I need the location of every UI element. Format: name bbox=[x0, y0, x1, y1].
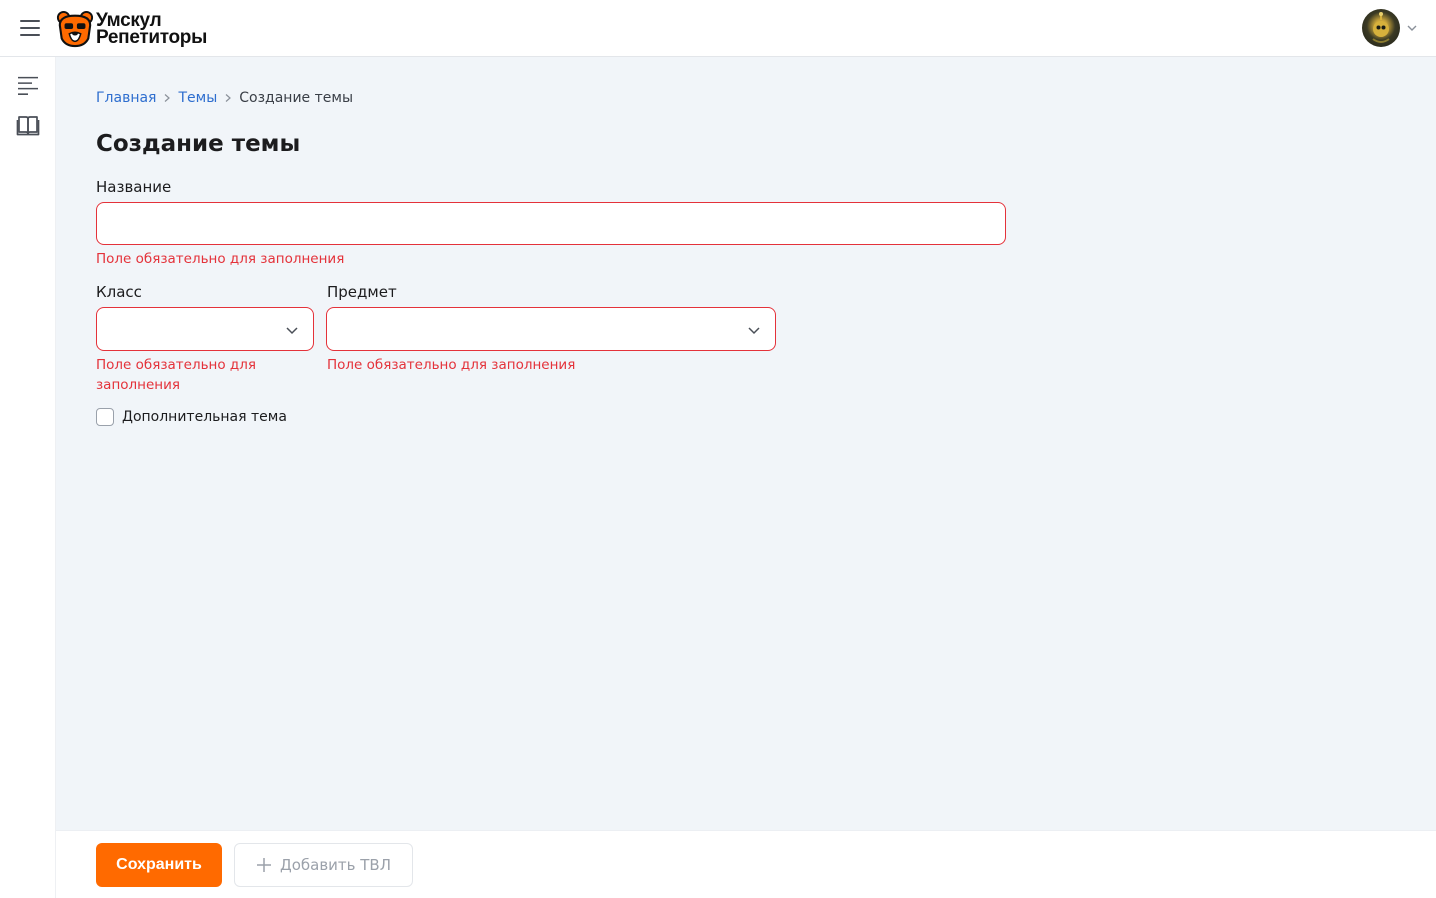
breadcrumb-current: Создание темы bbox=[239, 90, 354, 106]
action-bar: Сохранить Добавить ТВЛ bbox=[56, 830, 1436, 898]
profile-menu[interactable] bbox=[1362, 9, 1418, 47]
chevron-right-icon bbox=[165, 94, 171, 102]
plus-icon bbox=[256, 858, 271, 872]
brand-line-2: Репетиторы bbox=[96, 27, 208, 48]
avatar[interactable] bbox=[1362, 9, 1400, 47]
subject-select[interactable] bbox=[326, 307, 776, 351]
grade-error: Поле обязательно для заполнения bbox=[96, 357, 257, 393]
save-button[interactable]: Сохранить bbox=[96, 843, 222, 887]
name-input[interactable] bbox=[96, 202, 1006, 245]
add-tvl-label: Добавить ТВЛ bbox=[279, 856, 391, 874]
chevron-right-icon bbox=[225, 94, 232, 102]
top-bar: Умскул Репетиторы bbox=[0, 0, 1436, 57]
list-icon[interactable] bbox=[16, 74, 40, 98]
main-content: Главная Темы Создание темы Создание темы… bbox=[56, 57, 1436, 830]
avatar-image bbox=[1372, 12, 1390, 43]
name-label: Название bbox=[96, 178, 172, 196]
extra-topic-label: Дополнительная тема bbox=[122, 409, 287, 425]
name-error: Поле обязательно для заполнения bbox=[96, 251, 345, 267]
chevron-down-icon[interactable] bbox=[1406, 22, 1418, 34]
hamburger-menu-icon[interactable] bbox=[18, 17, 42, 39]
sidebar bbox=[0, 57, 56, 898]
chevron-down-icon bbox=[748, 327, 760, 335]
chevron-down-icon bbox=[286, 327, 298, 335]
page-title: Создание темы bbox=[96, 131, 301, 157]
book-icon[interactable] bbox=[16, 113, 40, 137]
add-tvl-button[interactable]: Добавить ТВЛ bbox=[234, 843, 413, 887]
brand-logo[interactable]: Умскул Репетиторы bbox=[56, 9, 207, 49]
extra-topic-option[interactable]: Дополнительная тема bbox=[96, 408, 287, 426]
breadcrumb-topics-link[interactable]: Темы bbox=[178, 90, 217, 106]
subject-error: Поле обязательно для заполнения bbox=[327, 357, 576, 373]
grade-label: Класс bbox=[96, 283, 142, 301]
extra-topic-checkbox[interactable] bbox=[96, 408, 114, 426]
grade-select[interactable] bbox=[96, 307, 314, 351]
breadcrumb-home-link[interactable]: Главная bbox=[96, 90, 156, 106]
bear-logo-icon bbox=[56, 10, 94, 48]
breadcrumb: Главная Темы Создание темы bbox=[96, 89, 353, 107]
subject-label: Предмет bbox=[327, 283, 397, 301]
brand-name: Умскул Репетиторы bbox=[96, 11, 208, 48]
